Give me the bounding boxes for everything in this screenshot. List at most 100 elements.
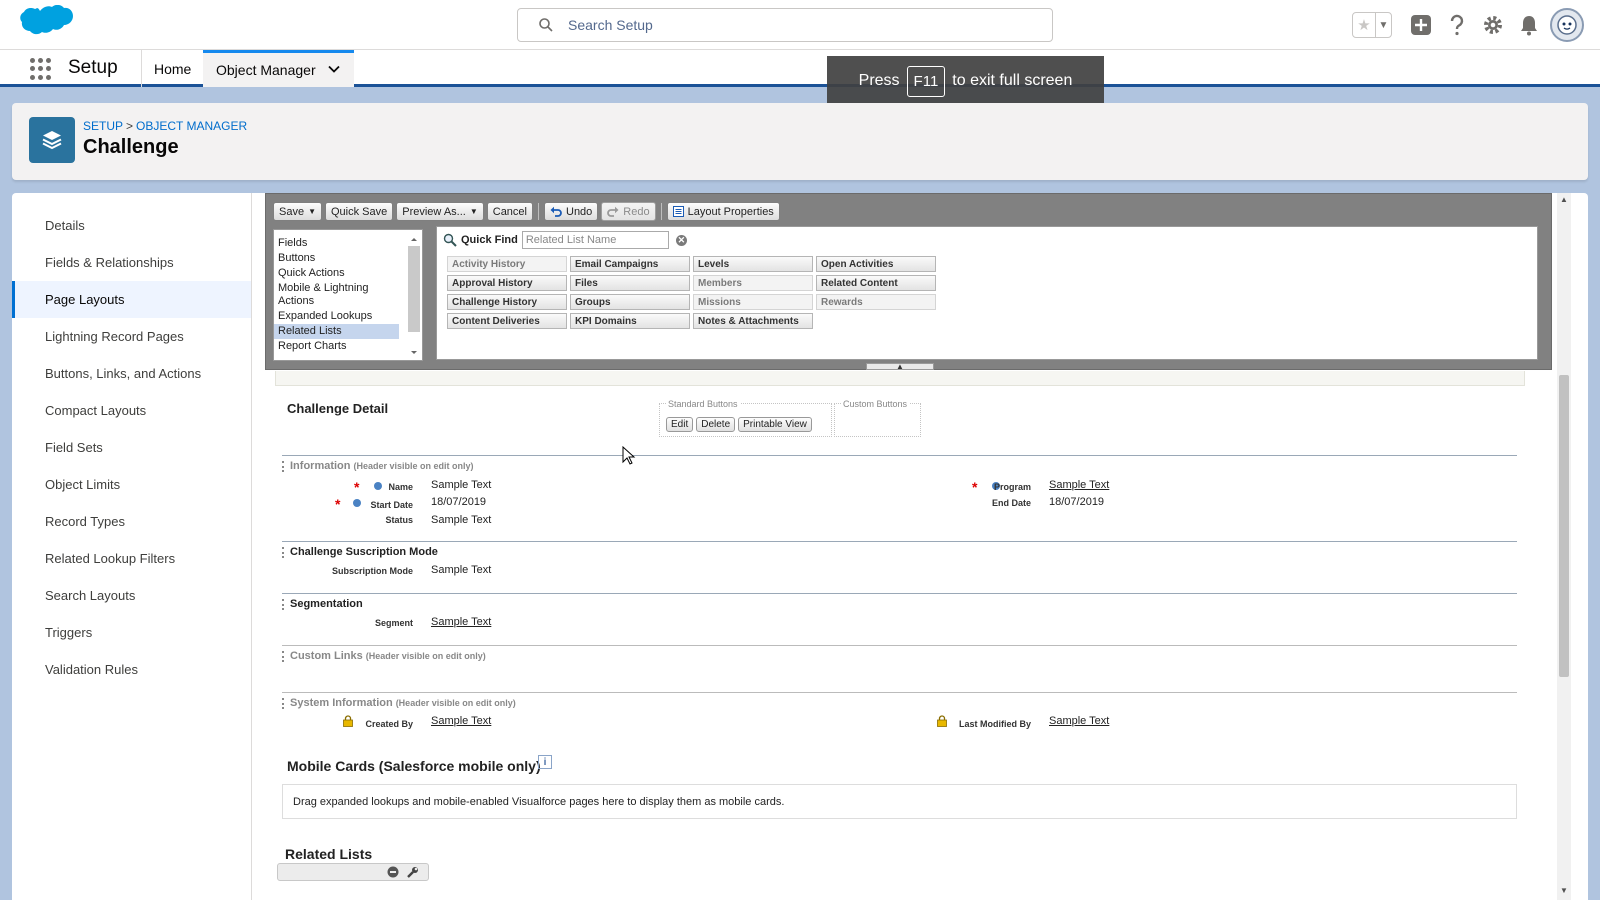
palette-item[interactable]: Notes & Attachments xyxy=(693,313,813,329)
palette-item[interactable]: Groups xyxy=(570,294,690,310)
scroll-up-icon[interactable] xyxy=(408,234,420,244)
field-status-value: Sample Text xyxy=(431,514,492,526)
field-start-date[interactable]: Start Date xyxy=(282,498,413,514)
palette-category-report-charts[interactable]: Report Charts xyxy=(274,339,422,354)
quick-find-input[interactable] xyxy=(521,231,669,249)
palette-item[interactable]: Content Deliveries xyxy=(447,313,567,329)
clear-icon[interactable]: ✕ xyxy=(675,234,687,246)
section-system-information[interactable]: System Information (Header visible on edi… xyxy=(282,692,1517,742)
sidebar-item-field-sets[interactable]: Field Sets xyxy=(12,429,251,466)
palette-collapse-handle[interactable]: ▲ xyxy=(866,362,934,371)
standard-buttons-box: Standard Buttons Edit Delete Printable Vie… xyxy=(659,399,832,437)
sidebar-item-compact-layouts[interactable]: Compact Layouts xyxy=(12,392,251,429)
sidebar-item-fields-relationships[interactable]: Fields & Relationships xyxy=(12,244,251,281)
scroll-down-icon[interactable] xyxy=(408,348,420,358)
page-scrollbar[interactable]: ▲ ▼ xyxy=(1557,193,1571,900)
sidebar-item-search-layouts[interactable]: Search Layouts xyxy=(12,577,251,614)
favorites-dropdown-icon[interactable]: ▼ xyxy=(1375,13,1391,37)
palette-item[interactable]: Activity History xyxy=(447,256,567,272)
palette-item[interactable]: Members xyxy=(693,275,813,291)
field-end-date[interactable]: End Date xyxy=(922,496,1031,512)
remove-icon[interactable] xyxy=(387,866,399,878)
sidebar-item-triggers[interactable]: Triggers xyxy=(12,614,251,651)
search-input[interactable] xyxy=(568,15,1028,35)
plus-icon xyxy=(1411,15,1431,35)
sidebar-item-details[interactable]: Details xyxy=(12,207,251,244)
scroll-up-icon[interactable]: ▲ xyxy=(1557,193,1571,207)
delete-button[interactable]: Delete xyxy=(696,417,736,432)
palette-item[interactable]: Missions xyxy=(693,294,813,310)
field-segment[interactable]: Segment xyxy=(282,616,413,632)
scroll-down-icon[interactable]: ▼ xyxy=(1557,884,1571,898)
sidebar-item-related-lookup-filters[interactable]: Related Lookup Filters xyxy=(12,540,251,577)
sidebar-item-record-types[interactable]: Record Types xyxy=(12,503,251,540)
palette-item[interactable]: Challenge History xyxy=(447,294,567,310)
field-subscription-mode[interactable]: Subscription Mode xyxy=(282,564,413,580)
palette-category-quick-actions[interactable]: Quick Actions xyxy=(274,266,422,281)
section-subscription-mode[interactable]: Challenge Suscription Mode Subscription … xyxy=(282,541,1517,593)
global-search[interactable] xyxy=(517,8,1053,42)
field-name[interactable]: Name xyxy=(282,480,413,496)
field-name-value: Sample Text xyxy=(431,479,492,491)
printable-view-button[interactable]: Printable View xyxy=(738,417,812,432)
redo-button[interactable]: Redo xyxy=(601,202,656,221)
cancel-button[interactable]: Cancel xyxy=(486,202,533,221)
field-program[interactable]: Program xyxy=(922,480,1031,496)
palette-item[interactable]: Related Content xyxy=(816,275,936,291)
notifications-button[interactable] xyxy=(1514,10,1544,40)
section-information[interactable]: Information (Header visible on edit only)… xyxy=(282,455,1517,541)
palette-item[interactable]: Email Campaigns xyxy=(570,256,690,272)
magnifier-icon xyxy=(443,233,457,247)
section-custom-links[interactable]: Custom Links (Header visible on edit only… xyxy=(282,645,1517,692)
breadcrumb-object-manager[interactable]: OBJECT MANAGER xyxy=(136,119,247,133)
palette-category-related-lists[interactable]: Related Lists xyxy=(274,324,399,339)
sidebar-item-object-limits[interactable]: Object Limits xyxy=(12,466,251,503)
field-last-modified-by[interactable]: Last Modified By xyxy=(922,717,1031,733)
info-icon[interactable]: i xyxy=(538,755,552,769)
salesforce-logo[interactable] xyxy=(16,5,74,45)
palette-category-buttons[interactable]: Buttons xyxy=(274,251,422,266)
section-segmentation[interactable]: Segmentation Segment Sample Text xyxy=(282,593,1517,645)
user-avatar[interactable] xyxy=(1550,8,1584,42)
page-scroll-thumb[interactable] xyxy=(1559,375,1569,677)
wrench-icon[interactable] xyxy=(406,866,419,879)
palette-item[interactable]: Open Activities xyxy=(816,256,936,272)
palette-item[interactable]: KPI Domains xyxy=(570,313,690,329)
palette-scroll-thumb[interactable] xyxy=(408,246,420,332)
palette-category-fields[interactable]: Fields xyxy=(274,236,422,251)
global-actions-button[interactable] xyxy=(1406,10,1436,40)
section-system-information-note: (Header visible on edit only) xyxy=(395,698,516,708)
help-button[interactable] xyxy=(1442,10,1472,40)
tab-object-manager[interactable]: Object Manager xyxy=(203,50,354,87)
preview-as-button[interactable]: Preview As... ▼ xyxy=(396,202,484,221)
tab-home[interactable]: Home xyxy=(142,50,203,87)
quick-save-button[interactable]: Quick Save xyxy=(325,202,394,221)
app-launcher-icon[interactable] xyxy=(30,58,52,80)
palette-item[interactable]: Levels xyxy=(693,256,813,272)
palette-item[interactable]: Files xyxy=(570,275,690,291)
field-created-by[interactable]: Created By xyxy=(282,717,413,733)
related-list-item[interactable] xyxy=(277,863,429,881)
sidebar-item-page-layouts[interactable]: Page Layouts xyxy=(12,281,251,318)
undo-button[interactable]: Undo xyxy=(544,202,599,221)
sidebar-item-lightning-record-pages[interactable]: Lightning Record Pages xyxy=(12,318,251,355)
palette-item[interactable]: Approval History xyxy=(447,275,567,291)
custom-buttons-box: Custom Buttons xyxy=(834,399,921,437)
mobile-cards-dropzone[interactable]: Drag expanded lookups and mobile-enabled… xyxy=(282,784,1517,819)
layout-properties-button[interactable]: Layout Properties xyxy=(666,202,780,221)
setup-button[interactable] xyxy=(1478,10,1508,40)
breadcrumb-setup[interactable]: SETUP xyxy=(83,119,123,133)
sidebar-item-buttons-links-actions[interactable]: Buttons, Links, and Actions xyxy=(12,355,251,392)
star-icon[interactable]: ★ xyxy=(1353,13,1375,37)
chevron-down-icon[interactable] xyxy=(328,63,340,75)
field-status[interactable]: Status xyxy=(282,513,413,529)
palette-item[interactable]: Rewards xyxy=(816,294,936,310)
save-button[interactable]: Save ▼ xyxy=(273,202,322,221)
section-subscription-mode-title: Challenge Suscription Mode xyxy=(290,546,438,558)
save-dropdown-icon[interactable]: ▼ xyxy=(308,207,316,216)
edit-button[interactable]: Edit xyxy=(666,417,694,432)
palette-list-scrollbar[interactable] xyxy=(408,232,420,358)
sidebar-item-validation-rules[interactable]: Validation Rules xyxy=(12,651,251,688)
palette-category-mobile-lightning-actions[interactable]: Mobile & Lightning Actions xyxy=(274,281,402,309)
palette-category-expanded-lookups[interactable]: Expanded Lookups xyxy=(274,309,422,324)
